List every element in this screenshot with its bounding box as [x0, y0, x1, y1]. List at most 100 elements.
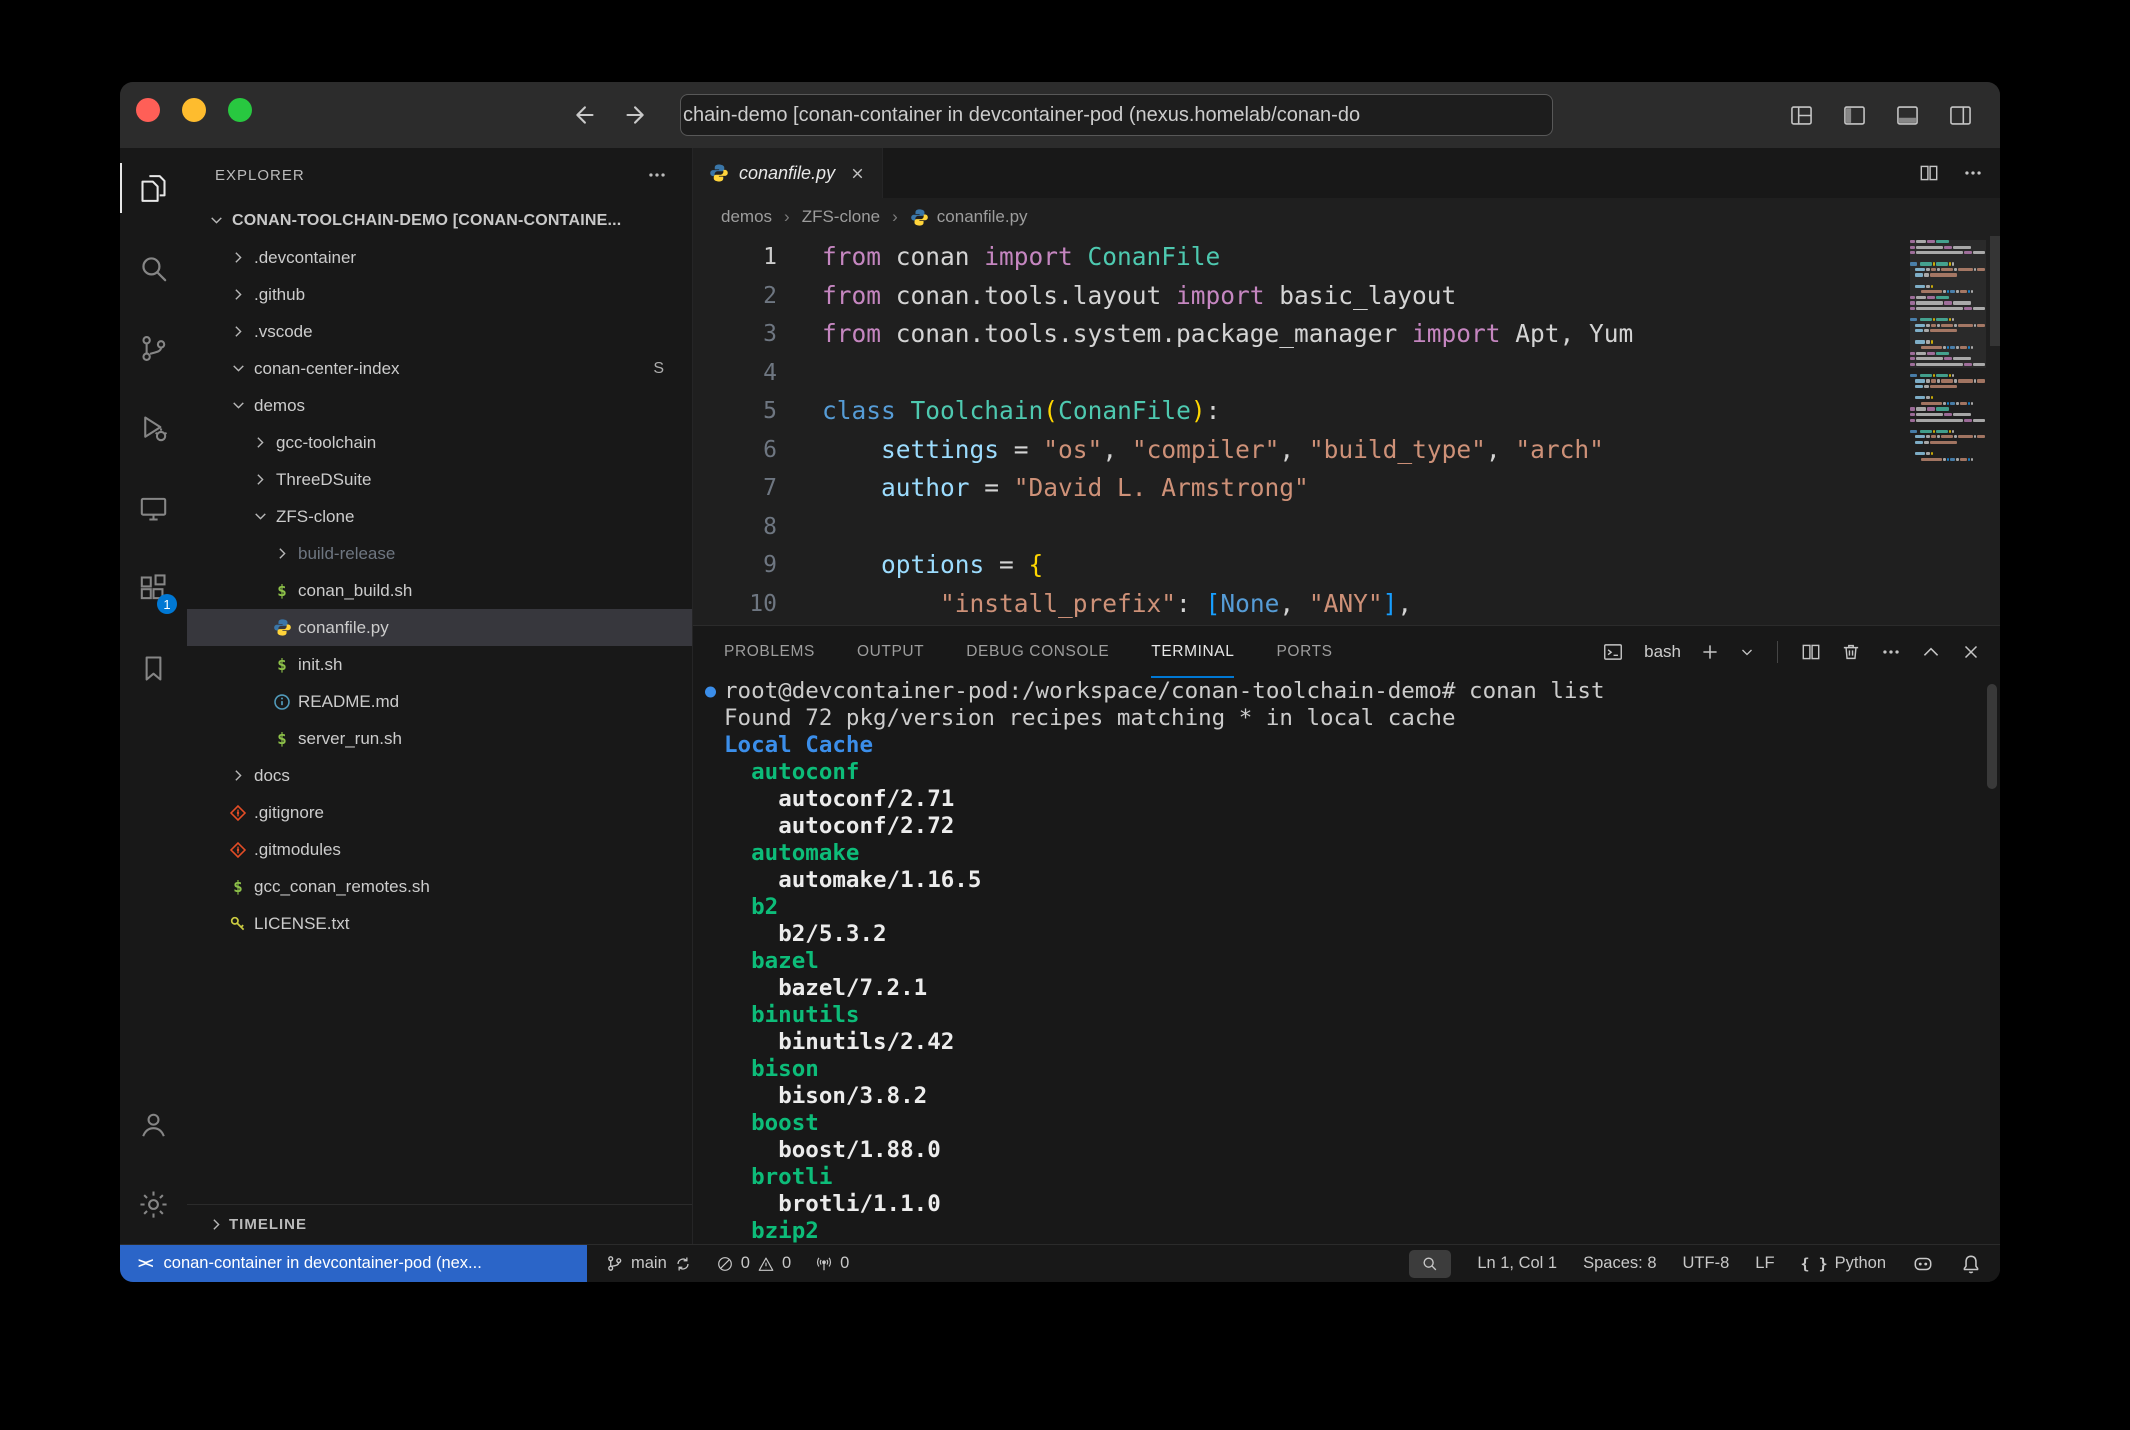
panel-more-actions-icon[interactable] [1880, 641, 1902, 663]
close-window-button[interactable] [136, 98, 160, 122]
code-line[interactable]: 7 author = "David L. Armstrong" [693, 469, 2000, 508]
explorer-more-actions-icon[interactable] [646, 164, 668, 186]
tree-item-gitignore[interactable]: .gitignore [187, 794, 692, 831]
breadcrumb-zfs-clone[interactable]: ZFS-clone [802, 207, 880, 227]
launch-profile-chevron-icon[interactable] [1739, 644, 1755, 660]
ports-item[interactable]: 0 [815, 1254, 849, 1273]
eol-sequence[interactable]: LF [1755, 1254, 1774, 1273]
terminal-line: bzip2 [724, 1218, 2000, 1244]
tree-item-conan-center-index[interactable]: conan-center-indexS [187, 350, 692, 387]
breadcrumb-demos[interactable]: demos [721, 207, 772, 227]
tree-item-gitmodules[interactable]: .gitmodules [187, 831, 692, 868]
tree-item-label: conan_build.sh [298, 581, 412, 601]
tree-item-threedsuite[interactable]: ThreeDSuite [187, 461, 692, 498]
toggle-secondary-sidebar-icon[interactable] [1947, 102, 1974, 129]
activity-bookmarks[interactable] [120, 628, 187, 708]
activity-remote-explorer[interactable] [120, 468, 187, 548]
file-tree[interactable]: CONAN-TOOLCHAIN-DEMO [CONAN-CONTAINE....… [187, 202, 692, 1204]
tree-item-label: demos [254, 396, 305, 416]
code-line[interactable]: 3from conan.tools.system.package_manager… [693, 315, 2000, 354]
tree-item-gcc-toolchain[interactable]: gcc-toolchain [187, 424, 692, 461]
tab-conanfile-py[interactable]: conanfile.py [693, 148, 883, 198]
minimize-window-button[interactable] [182, 98, 206, 122]
editor-scrollbar[interactable] [1990, 236, 2000, 346]
tree-item-readme-md[interactable]: README.md [187, 683, 692, 720]
code-line[interactable]: 5class Toolchain(ConanFile): [693, 392, 2000, 431]
customize-layout-icon[interactable] [1788, 102, 1815, 129]
encoding[interactable]: UTF-8 [1683, 1254, 1730, 1273]
panel-tab-terminal[interactable]: TERMINAL [1151, 626, 1234, 678]
notifications-bell-icon[interactable] [1960, 1253, 1982, 1275]
breadcrumb-conanfile-py[interactable]: conanfile.py [910, 207, 1028, 227]
tree-item-conanfile-py[interactable]: conanfile.py [187, 609, 692, 646]
account-button[interactable] [120, 1084, 187, 1164]
activity-explorer[interactable] [120, 148, 187, 228]
terminal-line: bison/3.8.2 [724, 1083, 2000, 1110]
close-panel-icon[interactable] [1960, 641, 1982, 663]
code-line[interactable]: 4 [693, 354, 2000, 393]
code-line[interactable]: 2from conan.tools.layout import basic_la… [693, 277, 2000, 316]
copilot-icon[interactable] [1912, 1253, 1934, 1275]
language-mode[interactable]: { } Python [1801, 1254, 1886, 1273]
tree-item-conan-toolchain-demo-conan-containe[interactable]: CONAN-TOOLCHAIN-DEMO [CONAN-CONTAINE... [187, 202, 692, 239]
code-line[interactable]: 6 settings = "os", "compiler", "build_ty… [693, 431, 2000, 470]
command-decoration-icon[interactable] [705, 686, 716, 697]
toggle-primary-sidebar-icon[interactable] [1841, 102, 1868, 129]
status-bar: >< conan-container in devcontainer-pod (… [120, 1244, 2000, 1282]
activity-run-debug[interactable] [120, 388, 187, 468]
minimap[interactable] [1910, 240, 1986, 625]
code-line[interactable]: 1from conan import ConanFile [693, 238, 2000, 277]
panel-tab-debug-console[interactable]: DEBUG CONSOLE [966, 626, 1109, 678]
tree-item-init-sh[interactable]: $init.sh [187, 646, 692, 683]
line-number: 1 [693, 238, 777, 277]
tree-item-gcc-conan-remotes-sh[interactable]: $gcc_conan_remotes.sh [187, 868, 692, 905]
tree-item-demos[interactable]: demos [187, 387, 692, 424]
zoom-indicator[interactable] [1409, 1250, 1451, 1278]
toggle-panel-icon[interactable] [1894, 102, 1921, 129]
editor-more-actions-icon[interactable] [1962, 162, 1984, 184]
sync-icon[interactable] [674, 1255, 692, 1273]
panel-tab-problems[interactable]: PROBLEMS [724, 626, 815, 678]
activity-search[interactable] [120, 228, 187, 308]
tree-item-devcontainer[interactable]: .devcontainer [187, 239, 692, 276]
shell-profile-label[interactable]: bash [1644, 642, 1681, 662]
split-editor-icon[interactable] [1918, 162, 1940, 184]
forward-arrow-icon[interactable] [624, 101, 652, 129]
code-line[interactable]: 8 [693, 508, 2000, 547]
remote-indicator[interactable]: >< conan-container in devcontainer-pod (… [120, 1245, 587, 1282]
panel-tab-ports[interactable]: PORTS [1276, 626, 1332, 678]
tree-item-conan-build-sh[interactable]: $conan_build.sh [187, 572, 692, 609]
run-debug-icon [137, 412, 170, 445]
settings-button[interactable] [120, 1164, 187, 1244]
command-center-title[interactable]: chain-demo [conan-container in devcontai… [680, 94, 1553, 136]
cursor-position[interactable]: Ln 1, Col 1 [1477, 1254, 1557, 1273]
maximize-window-button[interactable] [228, 98, 252, 122]
code-line[interactable]: 10 "install_prefix": [None, "ANY"], [693, 585, 2000, 624]
kill-terminal-icon[interactable] [1840, 641, 1862, 663]
terminal-line: boost [724, 1110, 2000, 1137]
activity-source-control[interactable] [120, 308, 187, 388]
timeline-section[interactable]: TIMELINE [187, 1204, 692, 1244]
activity-extensions[interactable]: 1 [120, 548, 187, 628]
maximize-panel-icon[interactable] [1920, 641, 1942, 663]
split-terminal-icon[interactable] [1800, 641, 1822, 663]
tree-item-build-release[interactable]: build-release [187, 535, 692, 572]
panel-tab-output[interactable]: OUTPUT [857, 626, 924, 678]
tree-item-zfs-clone[interactable]: ZFS-clone [187, 498, 692, 535]
back-arrow-icon[interactable] [568, 101, 596, 129]
tree-item-github[interactable]: .github [187, 276, 692, 313]
tree-item-vscode[interactable]: .vscode [187, 313, 692, 350]
code-line[interactable]: 9 options = { [693, 546, 2000, 585]
tree-item-docs[interactable]: docs [187, 757, 692, 794]
terminal-scrollbar[interactable] [1987, 684, 1997, 789]
close-tab-icon[interactable] [849, 165, 866, 182]
radio-tower-icon [815, 1255, 833, 1273]
indentation[interactable]: Spaces: 8 [1583, 1254, 1656, 1273]
git-branch-item[interactable]: main [605, 1254, 692, 1273]
problems-item[interactable]: 0 0 [716, 1254, 791, 1273]
tree-item-license-txt[interactable]: LICENSE.txt [187, 905, 692, 942]
new-terminal-icon[interactable] [1699, 641, 1721, 663]
tree-item-server-run-sh[interactable]: $server_run.sh [187, 720, 692, 757]
code-editor[interactable]: 1from conan import ConanFile2from conan.… [693, 236, 2000, 625]
terminal[interactable]: root@devcontainer-pod:/workspace/conan-t… [693, 678, 2000, 1244]
